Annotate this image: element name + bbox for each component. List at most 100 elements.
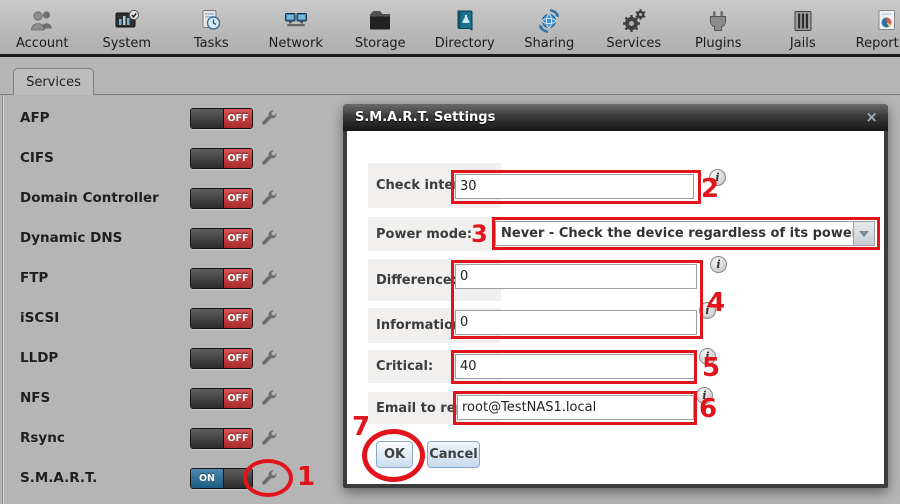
nav-item-storage[interactable]: Storage bbox=[338, 0, 423, 54]
toggle-knob bbox=[191, 268, 224, 288]
wrench-icon[interactable] bbox=[259, 308, 279, 328]
sharing-icon bbox=[535, 5, 563, 36]
wrench-icon[interactable] bbox=[259, 388, 279, 408]
service-toggle[interactable]: OFF bbox=[190, 347, 253, 369]
nav-item-sharing[interactable]: Sharing bbox=[507, 0, 592, 54]
power-mode-select[interactable]: Never - Check the device regardless of i… bbox=[495, 221, 875, 246]
dialog-titlebar[interactable]: S.M.A.R.T. Settings × bbox=[343, 104, 888, 131]
toggle-knob bbox=[191, 148, 224, 168]
nav-label: Tasks bbox=[193, 36, 229, 51]
reporting-icon bbox=[873, 5, 900, 36]
critical-input[interactable] bbox=[455, 354, 697, 379]
system-icon bbox=[113, 5, 141, 36]
tab-services[interactable]: Services bbox=[13, 68, 94, 95]
toggle-state-label: ON bbox=[191, 468, 223, 488]
toggle-knob bbox=[191, 428, 224, 448]
service-toggle[interactable]: OFF bbox=[190, 387, 253, 409]
service-row-domain-controller: Domain Controller OFF bbox=[0, 178, 340, 218]
service-name: Domain Controller bbox=[20, 190, 159, 206]
nav-item-services[interactable]: Services bbox=[592, 0, 677, 54]
nav-item-reporting[interactable]: Reporting bbox=[845, 0, 900, 54]
service-toggle[interactable]: OFF bbox=[190, 307, 253, 329]
toggle-state-label: OFF bbox=[224, 388, 252, 408]
close-icon[interactable]: × bbox=[865, 110, 878, 125]
service-name: S.M.A.R.T. bbox=[20, 470, 98, 486]
service-row-smart: S.M.A.R.T. ON bbox=[0, 458, 340, 498]
service-row-lldp: LLDP OFF bbox=[0, 338, 340, 378]
top-navbar: Account System Tasks Network Storage Dir… bbox=[0, 0, 900, 57]
check-interval-input[interactable] bbox=[455, 174, 694, 199]
wrench-icon[interactable] bbox=[259, 348, 279, 368]
toggle-state-label: OFF bbox=[224, 108, 252, 128]
service-name: AFP bbox=[20, 110, 50, 126]
email-to-report-input[interactable] bbox=[457, 395, 694, 420]
wrench-icon[interactable] bbox=[259, 428, 279, 448]
info-icon[interactable]: i bbox=[699, 348, 716, 365]
service-row-cifs: CIFS OFF bbox=[0, 138, 340, 178]
jails-icon bbox=[789, 5, 817, 36]
service-toggle[interactable]: OFF bbox=[190, 147, 253, 169]
wrench-icon[interactable] bbox=[259, 108, 279, 128]
nav-item-directory[interactable]: Directory bbox=[423, 0, 508, 54]
service-name: FTP bbox=[20, 270, 49, 286]
service-row-iscsi: iSCSI OFF bbox=[0, 298, 340, 338]
nav-item-jails[interactable]: Jails bbox=[761, 0, 846, 54]
storage-icon bbox=[366, 5, 394, 36]
wrench-icon[interactable] bbox=[259, 268, 279, 288]
toggle-state-label: OFF bbox=[224, 188, 252, 208]
nav-item-network[interactable]: Network bbox=[254, 0, 339, 54]
toggle-state-label: OFF bbox=[224, 228, 252, 248]
service-toggle[interactable]: OFF bbox=[190, 267, 253, 289]
nav-item-system[interactable]: System bbox=[85, 0, 170, 54]
cancel-button[interactable]: Cancel bbox=[427, 441, 480, 468]
nav-item-plugins[interactable]: Plugins bbox=[676, 0, 761, 54]
service-name: NFS bbox=[20, 390, 51, 406]
chevron-down-icon[interactable] bbox=[853, 222, 874, 245]
ok-button[interactable]: OK bbox=[376, 441, 413, 468]
service-toggle[interactable]: OFF bbox=[190, 107, 253, 129]
wrench-icon[interactable] bbox=[259, 228, 279, 248]
nav-label: Jails bbox=[789, 36, 816, 51]
difference-input[interactable] bbox=[455, 264, 697, 289]
nav-label: Directory bbox=[434, 36, 495, 51]
smart-settings-dialog: S.M.A.R.T. Settings × Check interval: i … bbox=[343, 104, 888, 488]
network-icon bbox=[282, 5, 310, 36]
nav-item-tasks[interactable]: Tasks bbox=[169, 0, 254, 54]
info-icon[interactable]: i bbox=[699, 302, 716, 319]
wrench-icon[interactable] bbox=[259, 148, 279, 168]
info-icon[interactable]: i bbox=[710, 256, 727, 273]
service-name: LLDP bbox=[20, 350, 59, 366]
field-label: Difference: bbox=[376, 272, 457, 288]
nav-label: Storage bbox=[354, 36, 406, 51]
service-row-dynamic-dns: Dynamic DNS OFF bbox=[0, 218, 340, 258]
toggle-knob bbox=[223, 468, 252, 488]
service-toggle[interactable]: OFF bbox=[190, 427, 253, 449]
info-icon[interactable]: i bbox=[709, 169, 726, 186]
service-name: CIFS bbox=[20, 150, 54, 166]
smart-settings-wrench-icon[interactable] bbox=[259, 468, 279, 488]
service-row-afp: AFP OFF bbox=[0, 98, 340, 138]
wrench-icon[interactable] bbox=[259, 188, 279, 208]
service-toggle[interactable]: OFF bbox=[190, 227, 253, 249]
service-name: Rsync bbox=[20, 430, 65, 446]
services-icon bbox=[620, 5, 648, 36]
informational-input[interactable] bbox=[455, 310, 697, 335]
info-icon[interactable]: i bbox=[696, 387, 713, 404]
toggle-knob bbox=[191, 228, 224, 248]
service-row-nfs: NFS OFF bbox=[0, 378, 340, 418]
service-toggle[interactable]: ON bbox=[190, 467, 253, 489]
nav-label: Sharing bbox=[524, 36, 575, 51]
toggle-knob bbox=[191, 348, 224, 368]
service-name: Dynamic DNS bbox=[20, 230, 123, 246]
nav-item-account[interactable]: Account bbox=[0, 0, 85, 54]
toggle-knob bbox=[191, 388, 224, 408]
account-icon bbox=[28, 5, 56, 36]
directory-icon bbox=[451, 5, 479, 36]
nav-label: Account bbox=[16, 36, 69, 51]
power-mode-selected-value: Never - Check the device regardless of i… bbox=[501, 226, 853, 241]
dialog-body: Check interval: i Power mode: Never - Ch… bbox=[347, 131, 884, 484]
toggle-knob bbox=[191, 188, 224, 208]
nav-label: Reporting bbox=[855, 36, 900, 51]
service-name: iSCSI bbox=[20, 310, 60, 326]
service-toggle[interactable]: OFF bbox=[190, 187, 253, 209]
